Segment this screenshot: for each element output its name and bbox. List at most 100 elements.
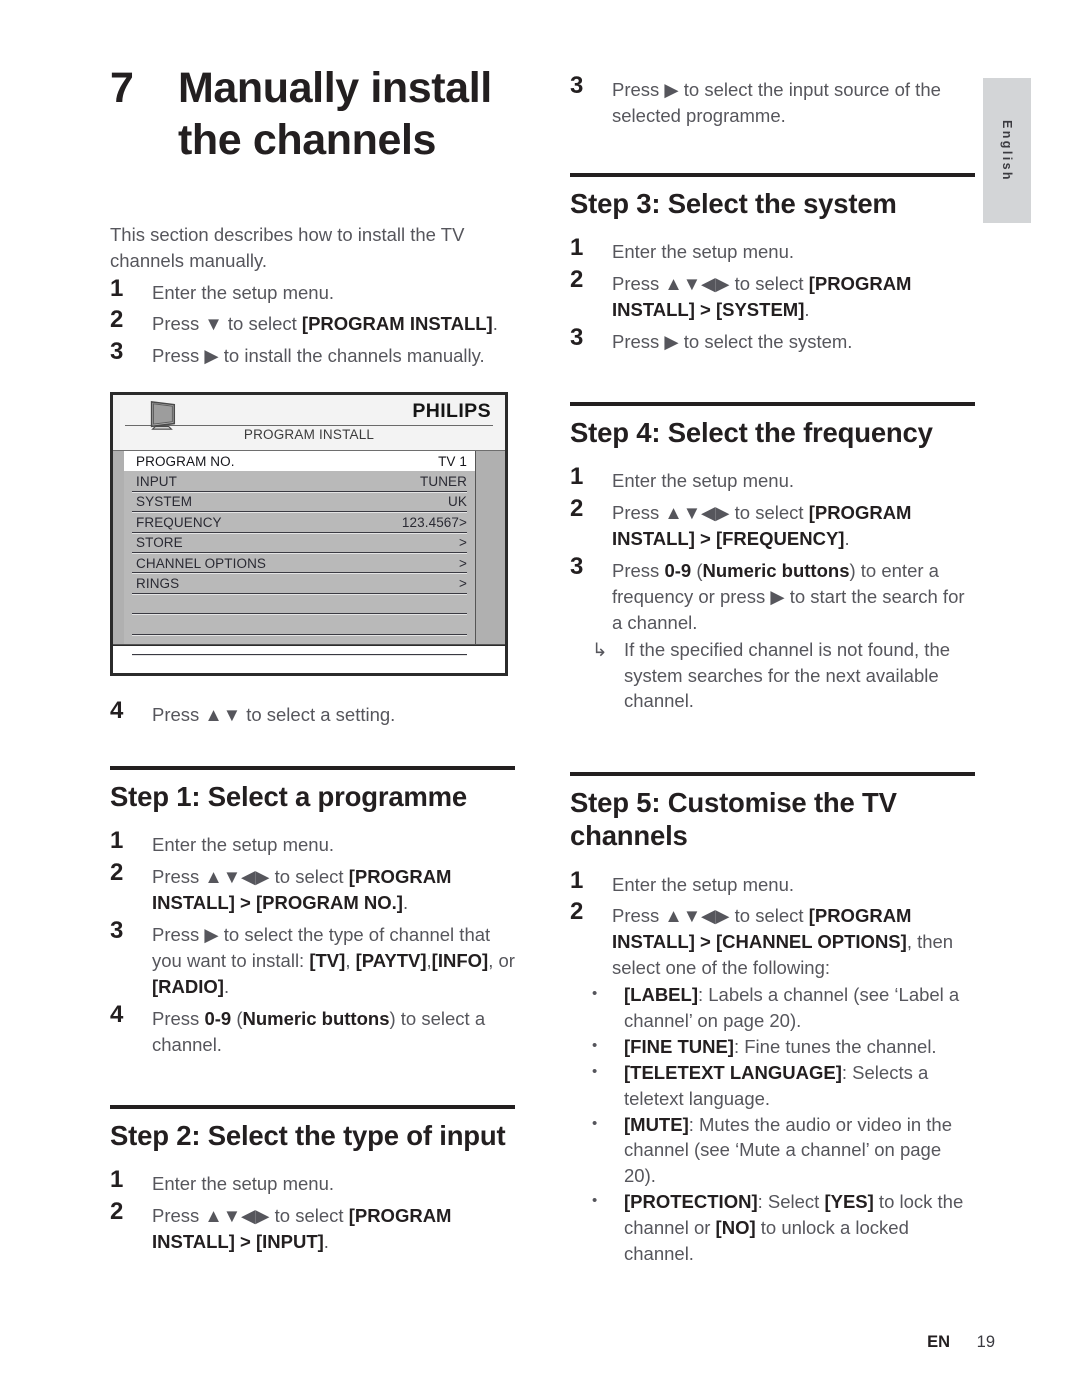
post-osd-steps: 4 Press ▲▼ to select a setting. [110,697,515,729]
step-item: 3 Press ▶ to select the input source of t… [570,72,975,129]
bullet-icon: • [592,985,598,1003]
step-item: 1 Enter the setup menu. [570,463,975,494]
section-rule [570,772,975,776]
osd-row-label: STORE [136,535,183,551]
step-number: 2 [570,495,584,523]
step-text: Press 0-9 (Numeric buttons) to enter a f… [612,559,965,633]
step-item: 3 Press ▶ to select the type of channel t… [110,917,515,1000]
osd-menu-title: PROGRAM INSTALL [243,427,375,442]
step-item: 1 Enter the setup menu. [110,827,515,858]
step-number: 1 [570,866,584,894]
section-step-3: Step 3: Select the system 1 Enter the set… [570,173,975,356]
step-number: 2 [110,1198,124,1226]
section-rule [110,1105,515,1109]
step-item: 4 Press ▲▼ to select a setting. [110,697,515,728]
step-text: Enter the setup menu. [612,470,795,492]
osd-row-value: > [459,535,467,551]
osd-menu-row[interactable]: SYSTEM UK [124,492,475,513]
osd-menu-row[interactable]: PROGRAM NO. TV 1 [124,451,475,472]
step-number: 2 [110,306,124,334]
post-osd-step-list: 4 Press ▲▼ to select a setting. [110,697,515,728]
osd-menu-row[interactable]: STORE > [124,533,475,554]
section-step-5-bullets: • [LABEL]: Labels a channel (see ‘Label a… [570,982,975,1267]
bullet-text: [TELETEXT LANGUAGE]: Selects a teletext … [624,1061,929,1109]
step-text: Press ▲▼◀▶ to select [PROGRAM INSTALL] >… [612,905,954,979]
intro-paragraph: This section describes how to install th… [110,224,465,272]
step-text: Press ▶ to select the type of channel th… [152,923,515,997]
osd-row-label [136,617,140,632]
step-text: Press ▶ to select the system. [612,330,853,352]
osd-menu-row[interactable]: FREQUENCY 123.4567> [124,512,475,533]
osd-header: PHILIPS PROGRAM INSTALL [113,395,505,450]
bullet-icon: • [592,1062,598,1080]
osd-row-value: > [459,555,467,571]
osd-menu-row[interactable]: INPUT TUNER [124,471,475,493]
bullet-item: • [PROTECTION]: Select [YES] to lock the … [592,1189,975,1267]
osd-row-label: FREQUENCY [136,514,222,530]
section-step-2-title: Step 2: Select the type of input [110,1120,506,1151]
section-step-2-continued: 3 Press ▶ to select the input source of t… [570,72,975,130]
step-item: 1 Enter the setup menu. [570,867,975,898]
step-text: Press ▲▼◀▶ to select [PROGRAM INSTALL] >… [152,866,452,914]
footer-page-number: 19 [976,1333,995,1351]
step-text: Enter the setup menu. [152,1173,335,1195]
osd-menu-row[interactable] [124,635,475,656]
step-number: 3 [570,323,584,351]
osd-row-label: RINGS [136,576,180,592]
step-item: 2 Press ▲▼◀▶ to select [PROGRAM INSTALL] … [570,495,975,552]
osd-menu-row[interactable] [124,594,475,615]
osd-menu-row[interactable]: CHANNEL OPTIONS > [124,553,475,574]
osd-menu-body: PROGRAM NO. TV 1 INPUT TUNER SYSTEM UK FREQUEN… [113,450,505,656]
osd-row-value [463,617,467,632]
step-number: 3 [570,552,584,580]
osd-menu-row[interactable] [124,614,475,635]
section-step-4-list: 1 Enter the setup menu. 2 Press ▲▼◀▶ to sel… [570,463,975,635]
step-item: 1 Enter the setup menu. [570,234,975,265]
section-step-4-title: Step 4: Select the frequency [570,417,933,448]
chapter-title-text: Manually install the channels [178,64,492,165]
bullet-text: [PROTECTION]: Select [YES] to lock the c… [624,1191,964,1264]
osd-row-label: CHANNEL OPTIONS [136,555,267,571]
bullet-item: • [LABEL]: Labels a channel (see ‘Label a… [592,982,975,1034]
step-item: 2 Press ▲▼◀▶ to select [PROGRAM INSTALL] … [570,266,975,323]
step-text: Enter the setup menu. [612,241,795,263]
osd-menu-rows: PROGRAM NO. TV 1 INPUT TUNER SYSTEM UK FREQUEN… [124,451,475,656]
step-text: Enter the setup menu. [152,834,335,856]
step-number: 2 [110,859,124,887]
section-step-4-note: ↳ If the specified channel is not found,… [570,637,975,715]
section-step-5: Step 5: Customise the TV channels 1 Enter… [570,772,975,1267]
step-number: 2 [570,898,584,926]
osd-row-label: SYSTEM [136,494,193,510]
language-side-tab: English [983,78,1031,223]
language-tab-label: English [1000,119,1014,182]
osd-row-value: UK [448,494,467,510]
section-step-2: Step 2: Select the type of input 1 Enter … [110,1105,515,1256]
step-item: 2 Press ▼ to select [PROGRAM INSTALL]. [110,306,510,337]
section-step-1: Step 1: Select a programme 1 Enter the se… [110,766,515,1058]
bullet-text: [LABEL]: Labels a channel (see ‘Label a … [624,984,960,1031]
section-rule [110,766,515,770]
turn-arrow-icon: ↳ [592,638,608,660]
step-item: 3 Press ▶ to select the system. [570,324,975,355]
step-number: 1 [110,1166,124,1194]
osd-row-label [136,637,140,652]
step-item: 4 Press 0-9 (Numeric buttons) to select a… [110,1001,515,1058]
step-item: 2 Press ▲▼◀▶ to select [PROGRAM INSTALL] … [110,859,515,916]
step-item: 1 Enter the setup menu. [110,275,510,306]
step-text: Enter the setup menu. [612,873,795,895]
step-number: 3 [110,338,124,366]
section-step-5-list: 1 Enter the setup menu. 2 Press ▲▼◀▶ to sel… [570,867,975,982]
step-text: Enter the setup menu. [152,281,335,303]
osd-row-value: > [459,576,467,592]
note-item: ↳ If the specified channel is not found,… [592,637,975,715]
step-text: Press 0-9 (Numeric buttons) to select a … [152,1007,486,1055]
step-number: 4 [110,697,124,724]
section-step-2-cont-list: 3 Press ▶ to select the input source of t… [570,72,975,129]
bullet-icon: • [592,1114,598,1132]
step-text: Press ▲▼ to select a setting. [152,704,396,725]
osd-menu-row[interactable]: RINGS > [124,573,475,595]
step-item: 3 Press 0-9 (Numeric buttons) to enter a … [570,553,975,636]
osd-row-label: PROGRAM NO. [136,453,235,469]
step-text: Press ▼ to select [PROGRAM INSTALL]. [152,313,498,335]
step-number: 2 [570,266,584,294]
